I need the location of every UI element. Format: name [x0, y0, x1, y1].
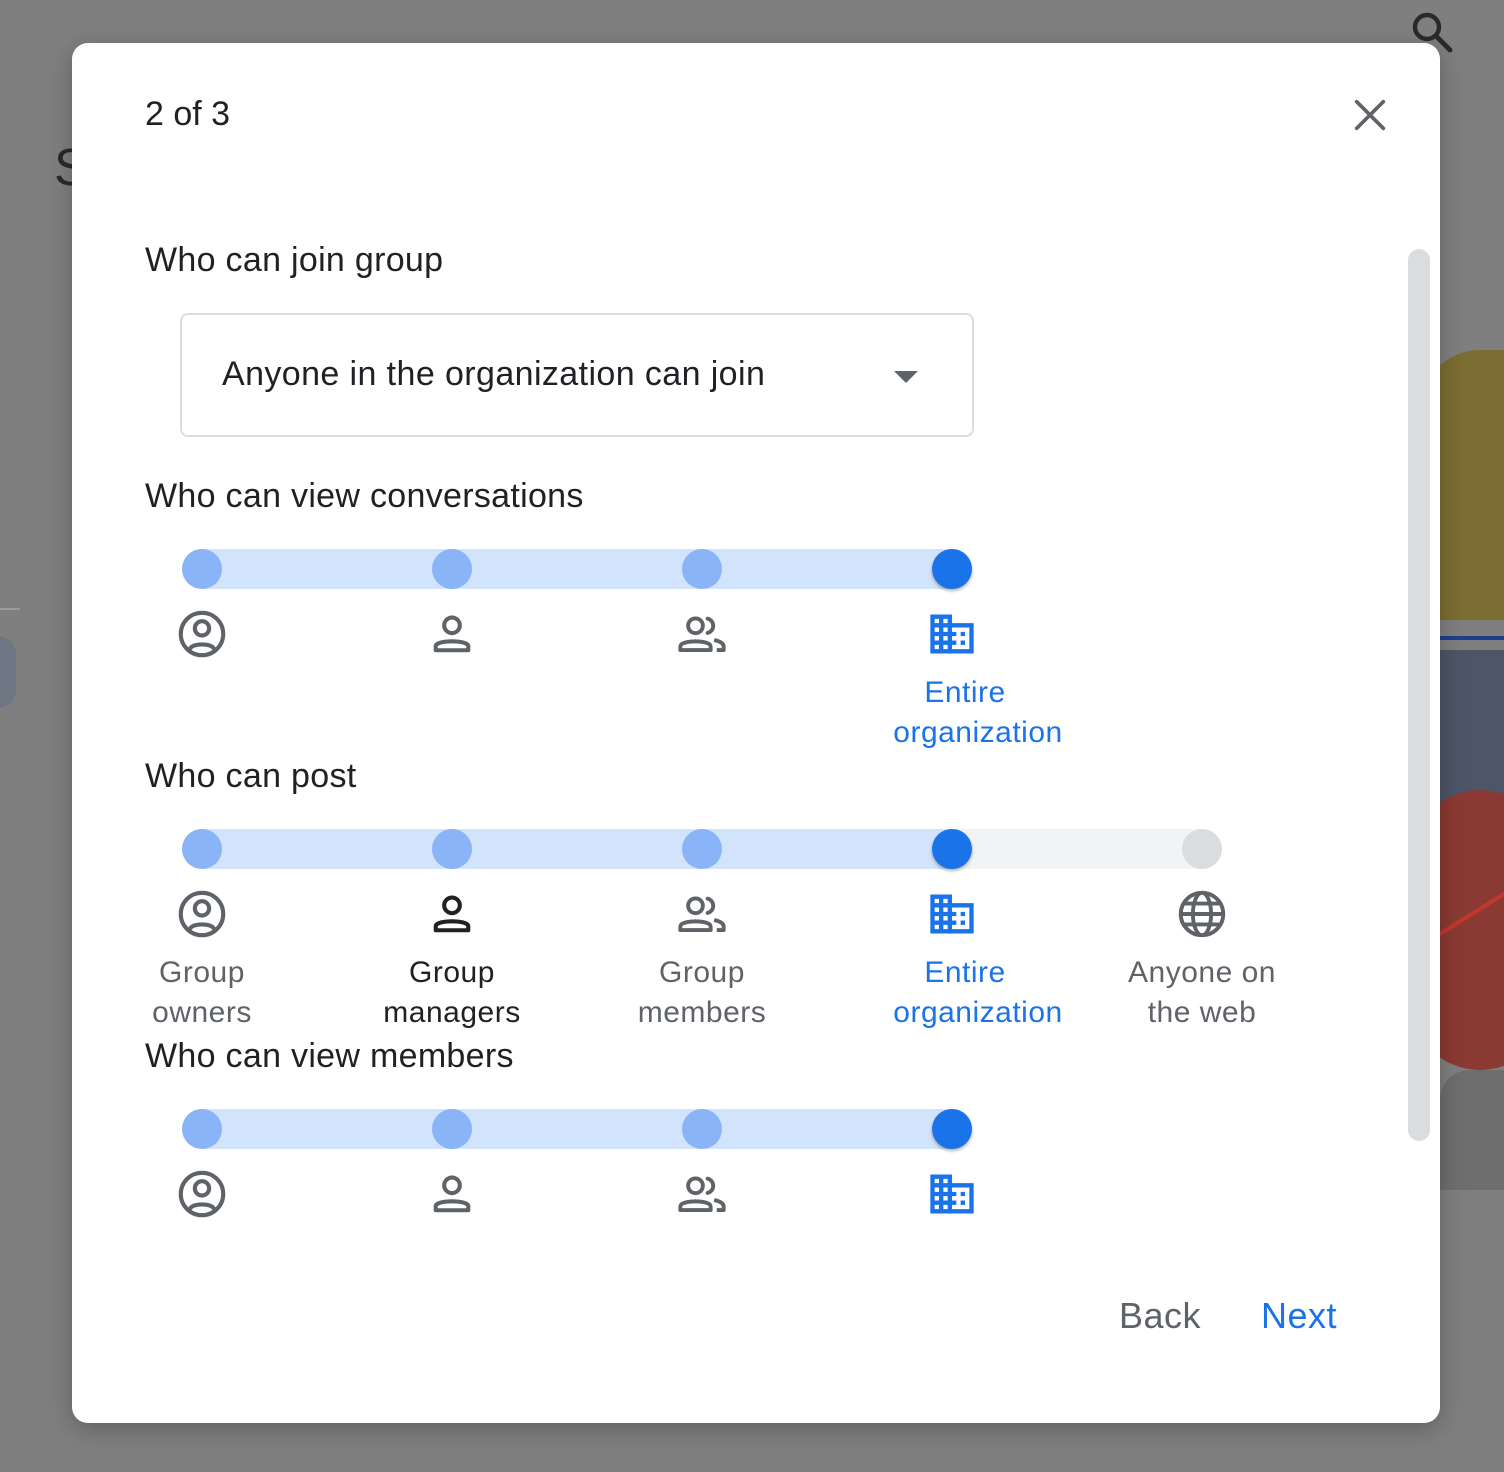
owner-icon[interactable] [176, 888, 228, 940]
view-conversations-section-title: Who can view conversations [145, 477, 584, 515]
view-members-section-title: Who can view members [145, 1037, 514, 1075]
next-button[interactable]: Next [1261, 1295, 1337, 1337]
post-option-managers-label[interactable]: Group managers [342, 953, 562, 1033]
owner-icon[interactable] [176, 1168, 228, 1220]
post-option-members-label[interactable]: Group members [592, 953, 812, 1033]
post-stop-organization[interactable] [932, 829, 972, 869]
organization-icon[interactable] [926, 1168, 978, 1220]
close-button[interactable] [1342, 87, 1398, 143]
post-stop-members[interactable] [682, 829, 722, 869]
organization-icon[interactable] [926, 888, 978, 940]
background-pill [0, 636, 16, 708]
background-divider [0, 608, 20, 610]
close-icon [1354, 99, 1386, 131]
view-conversations-selected-label-line1: Entire [924, 676, 1006, 709]
post-option-web-label[interactable]: Anyone on the web [1092, 953, 1312, 1033]
post-stop-owners[interactable] [182, 829, 222, 869]
view-members-stop-managers[interactable] [432, 1109, 472, 1149]
view-conversations-stop-managers[interactable] [432, 549, 472, 589]
view-conversations-stop-organization[interactable] [932, 549, 972, 589]
post-stop-web[interactable] [1182, 829, 1222, 869]
members-icon[interactable] [676, 888, 728, 940]
post-slider-track-active [182, 829, 972, 869]
view-members-stop-organization[interactable] [932, 1109, 972, 1149]
owner-icon[interactable] [176, 608, 228, 660]
post-section-title: Who can post [145, 757, 357, 795]
members-icon[interactable] [676, 608, 728, 660]
scrollbar-thumb[interactable] [1408, 249, 1430, 1141]
manager-icon[interactable] [426, 888, 478, 940]
join-policy-dropdown[interactable]: Anyone in the organization can join [180, 313, 974, 437]
back-button[interactable]: Back [1119, 1295, 1201, 1337]
post-option-owners-label[interactable]: Group owners [92, 953, 312, 1033]
manager-icon[interactable] [426, 1168, 478, 1220]
members-icon[interactable] [676, 1168, 728, 1220]
view-conversations-stop-members[interactable] [682, 549, 722, 589]
organization-icon[interactable] [926, 608, 978, 660]
view-members-slider-track[interactable] [182, 1109, 972, 1149]
join-section-title: Who can join group [145, 241, 444, 279]
globe-icon[interactable] [1176, 888, 1228, 940]
post-stop-managers[interactable] [432, 829, 472, 869]
post-option-organization-label[interactable]: Entire organization [855, 953, 1075, 1033]
view-members-stop-owners[interactable] [182, 1109, 222, 1149]
view-members-stop-members[interactable] [682, 1109, 722, 1149]
step-counter: 2 of 3 [145, 95, 231, 133]
background-illustration [1440, 350, 1504, 1190]
view-conversations-slider-track[interactable] [182, 549, 972, 589]
view-conversations-selected-label-line2: organization [893, 716, 1063, 749]
view-conversations-stop-owners[interactable] [182, 549, 222, 589]
join-policy-value: Anyone in the organization can join [222, 355, 766, 393]
dropdown-arrow-icon [894, 371, 918, 383]
group-settings-dialog: 2 of 3 Who can join group Anyone in the … [72, 43, 1440, 1423]
manager-icon[interactable] [426, 608, 478, 660]
